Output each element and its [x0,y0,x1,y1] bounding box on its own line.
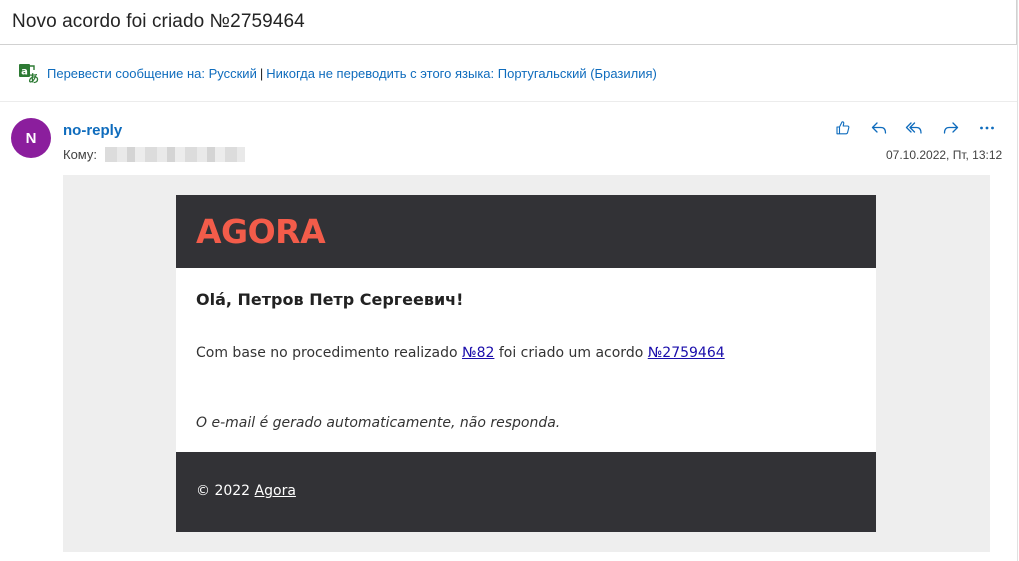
email-subject: Novo acordo foi criado №2759464 [12,11,305,32]
translate-bar: a あ Перевести сообщение на: Русский | Нико… [0,46,1017,102]
reply-all-icon [905,122,922,134]
email-card: AGORA Olá, Петров Петр Сергеевич! Com ba… [176,195,876,532]
message-middle: foi criado um acordo [498,345,644,361]
greeting: Olá, Петров Петр Сергеевич! [196,290,464,309]
email-subject-bar: Novo acordo foi criado №2759464 [0,0,1017,45]
footer-copyright: © 2022 Agora [196,483,296,499]
pane-divider [1017,0,1018,561]
translate-icon: a あ [19,64,39,85]
footer-agora-link[interactable]: Agora [255,483,296,499]
message-line: Com base no procedimento realizado №82 f… [196,345,725,361]
auto-generated-note: O e-mail é gerado automaticamente, não r… [196,415,561,431]
message-prefix: Com base no procedimento realizado [196,345,458,361]
never-translate-link[interactable]: Никогда не переводить с этого языка: Пор… [266,66,657,81]
forward-button[interactable] [940,117,962,139]
procedure-link[interactable]: №82 [462,345,494,361]
forward-icon [943,122,959,134]
avatar[interactable]: N [11,118,51,158]
more-actions-button[interactable] [976,117,998,139]
svg-text:a: a [21,67,28,78]
svg-text:AGORA: AGORA [196,214,326,246]
email-content: Olá, Петров Петр Сергеевич! Com base no … [176,268,876,452]
reply-button[interactable] [868,117,890,139]
to-label: Кому: [63,147,97,162]
footer-copy: © 2022 [196,483,251,499]
message-date: 07.10.2022, Пт, 13:12 [886,148,1003,162]
more-icon [980,126,994,130]
sender-name[interactable]: no-reply [63,122,122,139]
agreement-link[interactable]: №2759464 [648,345,725,361]
translate-message-link[interactable]: Перевести сообщение на: Русский [47,66,257,81]
like-icon [836,121,850,135]
reply-all-button[interactable] [903,117,925,139]
recipient-redacted[interactable] [105,147,245,162]
message-body: AGORA Olá, Петров Петр Сергеевич! Com ba… [63,175,990,552]
translate-separator: | [259,66,264,81]
reply-icon [871,122,887,134]
svg-text:あ: あ [28,72,39,85]
like-button[interactable] [832,117,854,139]
email-header: AGORA [176,195,876,268]
agora-logo: AGORA [196,214,327,246]
email-footer: © 2022 Agora [176,452,876,532]
